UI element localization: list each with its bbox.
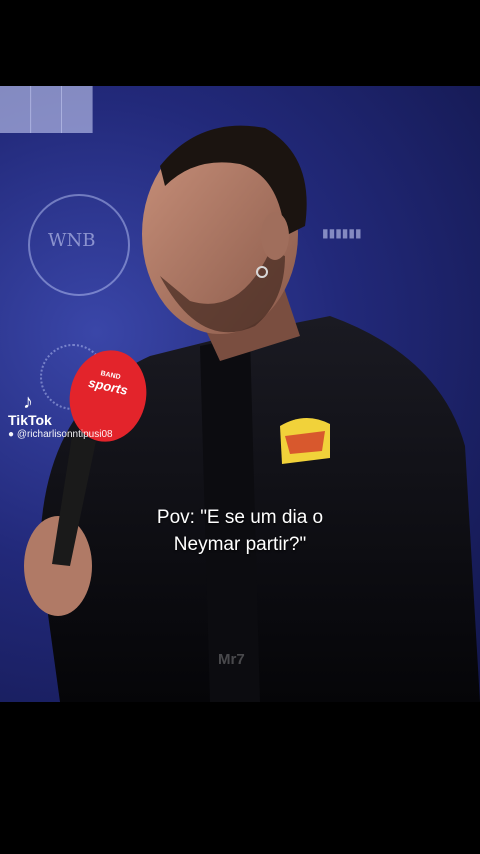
tiktok-username-text: @richarlisonntipusi08: [16, 429, 113, 440]
caption-line-1: Pov: "E se um dia o: [156, 507, 324, 528]
person-icon: ●: [8, 429, 15, 440]
tiktok-username: ● @richarlisonntipusi08: [8, 428, 113, 442]
caption-line-2: Neymar partir?": [173, 534, 307, 555]
video-frame[interactable]: WNB ▮▮▮▮▮▮ ███ BAND sports ♪ TikTok ● @r…: [0, 86, 480, 702]
corner-watermark: Mr7: [218, 651, 245, 668]
tiktok-label: TikTok: [8, 412, 52, 428]
tiktok-watermark: ♪ TikTok ● @richarlisonntipusi08: [8, 392, 113, 442]
tiktok-note-icon: ♪: [23, 391, 33, 413]
caption-overlay: Pov: "E se um dia o Neymar partir?": [0, 504, 480, 558]
